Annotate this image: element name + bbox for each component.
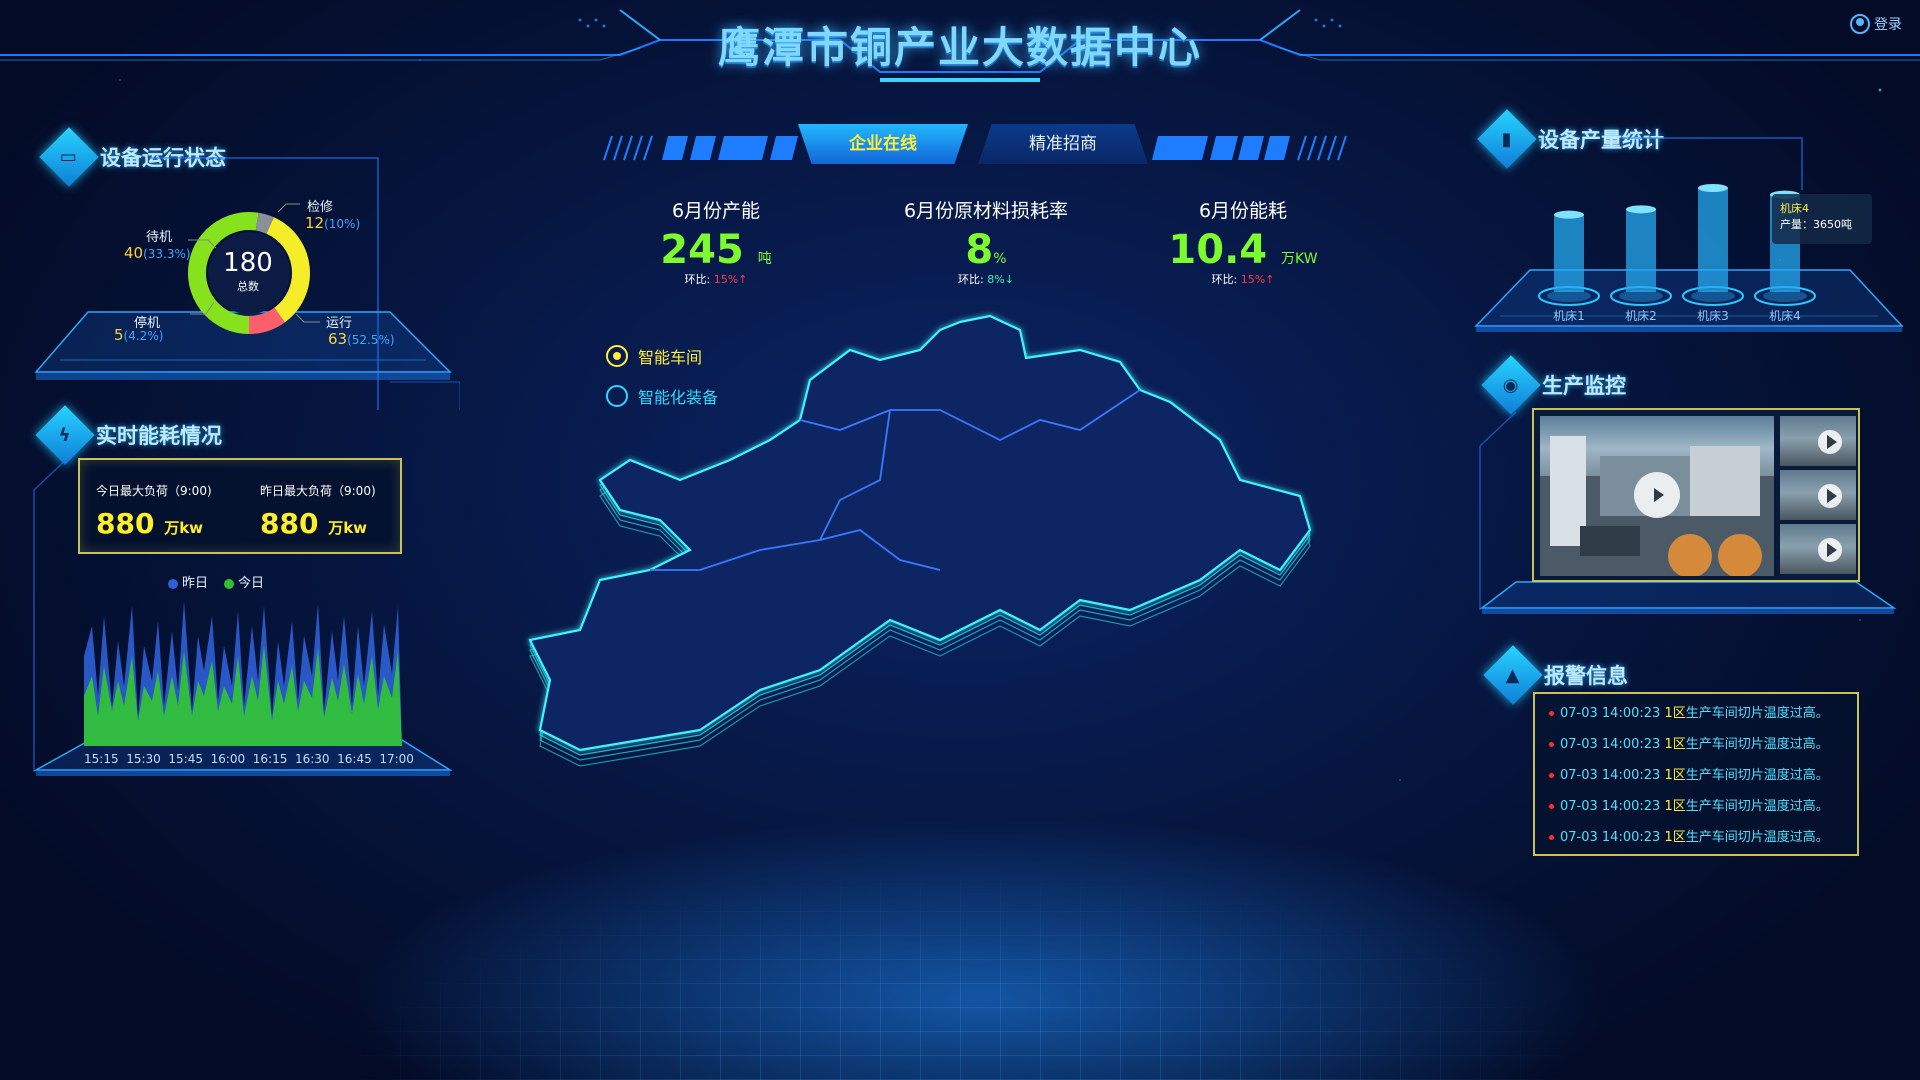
- value-repair: 12(10%): [305, 214, 361, 232]
- stat-energy: 6月份能耗 10.4 万KW 环比: 15%↑: [1168, 200, 1318, 286]
- alert-item[interactable]: 07-03 14:00:23 1区生产车间切片温度过高。: [1549, 795, 1829, 814]
- energy-area-chart: [84, 601, 402, 746]
- value-standby: 40(33.3%): [124, 244, 191, 262]
- video-thumb-3[interactable]: [1780, 524, 1856, 574]
- value-running: 63(52.5%): [328, 330, 395, 348]
- video-thumb-1[interactable]: [1780, 416, 1856, 466]
- alert-item[interactable]: 07-03 14:00:23 1区生产车间切片温度过高。: [1549, 764, 1829, 783]
- user-icon: [1850, 14, 1870, 34]
- alerts-header: ▲ 报警信息: [1483, 645, 1628, 705]
- grid-floor: [360, 880, 1560, 1080]
- bar-3[interactable]: 机床3: [1682, 184, 1744, 323]
- value-stopped: 5(4.2%): [114, 326, 164, 344]
- region-map[interactable]: [520, 310, 1440, 800]
- play-icon[interactable]: [1818, 538, 1842, 562]
- donut-leader-lines: [188, 203, 320, 323]
- stat-capacity: 6月份产能 245 吨 环比: 15%↑: [660, 200, 772, 286]
- alert-list: 07-03 14:00:23 1区生产车间切片温度过高。 07-03 14:00…: [1533, 692, 1859, 856]
- tab-precise-investment[interactable]: 精准招商: [978, 124, 1148, 164]
- bar-label-1: 机床1: [1553, 309, 1585, 323]
- yesterday-peak: 昨日最大负荷（9:00) 880 万kw: [260, 484, 376, 540]
- alerts-title: 报警信息: [1544, 664, 1628, 688]
- video-panel: [1532, 408, 1860, 582]
- alert-dot-icon: [1549, 711, 1554, 716]
- alert-dot-icon: [1549, 773, 1554, 778]
- video-thumb-2[interactable]: [1780, 470, 1856, 520]
- bar-label-3: 机床3: [1697, 309, 1729, 323]
- center-tabs: 企业在线 精准招商: [598, 124, 1348, 168]
- alert-item[interactable]: 07-03 14:00:23 1区生产车间切片温度过高。: [1549, 702, 1829, 721]
- play-icon[interactable]: [1634, 472, 1680, 518]
- energy-peak-box: 今日最大负荷（9:00) 880 万kw 昨日最大负荷（9:00) 880 万k…: [78, 458, 402, 554]
- alert-dot-icon: [1549, 835, 1554, 840]
- label-running: 运行: [326, 316, 353, 331]
- energy-x-axis: 15:15 15:30 15:45 16:00 16:15 16:30 16:45 17:0…: [84, 752, 414, 766]
- alert-dot-icon: [1549, 742, 1554, 747]
- label-repair: 检修: [307, 200, 334, 215]
- alert-item[interactable]: 07-03 14:00:23 1区生产车间切片温度过高。: [1549, 826, 1829, 845]
- today-peak: 今日最大负荷（9:00) 880 万kw: [96, 484, 212, 540]
- header: 鹰潭市铜产业大数据中心 登录: [0, 0, 1920, 100]
- login-button[interactable]: 登录: [1850, 14, 1902, 34]
- tabs-decoration: [603, 135, 1347, 161]
- bar-tooltip: 机床4 产量：3650吨: [1772, 194, 1872, 244]
- label-standby: 待机: [146, 230, 173, 245]
- page-title: 鹰潭市铜产业大数据中心: [717, 23, 1202, 72]
- video-main[interactable]: [1540, 416, 1774, 576]
- alert-item[interactable]: 07-03 14:00:23 1区生产车间切片温度过高。: [1549, 733, 1829, 752]
- play-icon[interactable]: [1818, 484, 1842, 508]
- stat-loss-rate: 6月份原材料损耗率 8% 环比: 8%↓: [903, 200, 1069, 286]
- login-label: 登录: [1874, 17, 1902, 33]
- bar-2[interactable]: 机床2: [1610, 205, 1672, 323]
- play-icon[interactable]: [1818, 430, 1842, 454]
- bar-label-2: 机床2: [1625, 309, 1657, 323]
- bar-label-4: 机床4: [1769, 309, 1801, 323]
- tab-enterprise-online[interactable]: 企业在线: [798, 124, 968, 164]
- alert-dot-icon: [1549, 804, 1554, 809]
- bar-1[interactable]: 机床1: [1538, 210, 1600, 323]
